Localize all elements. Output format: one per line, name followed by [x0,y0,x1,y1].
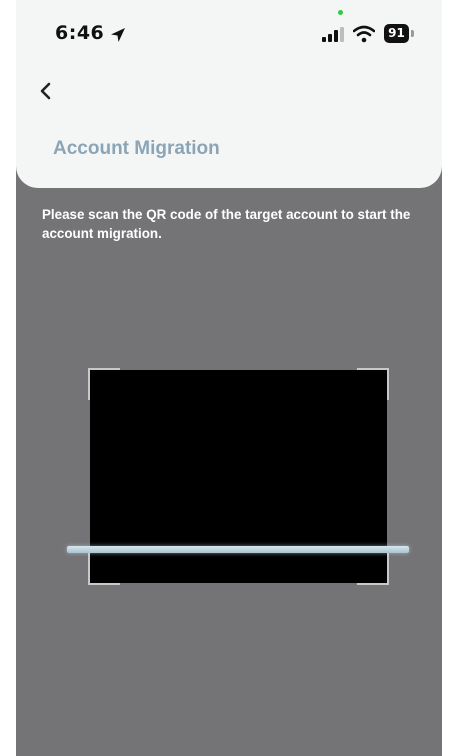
viewfinder-corner-bottom-left [88,553,120,585]
viewfinder-corner-top-right [357,368,389,400]
status-bar: 6:46 91 [16,0,442,70]
privacy-indicator-dot [338,10,343,15]
scan-line [67,546,409,553]
battery-level: 91 [384,24,409,43]
status-time: 6:46 [55,22,105,44]
location-arrow-icon [111,28,125,42]
page-title: Account Migration [53,138,220,159]
chevron-left-icon [40,82,51,100]
viewfinder-corner-top-left [88,368,120,400]
battery-icon: 91 [384,24,414,44]
signal-icon [322,27,344,42]
wifi-icon [353,25,375,43]
viewfinder-corner-bottom-right [357,553,389,585]
scan-instruction-text: Please scan the QR code of the target ac… [42,207,411,241]
header-panel: 6:46 91 Account Migration [16,0,442,188]
phone-screen: 6:46 91 Account Migration Please scan th… [16,0,442,756]
back-button[interactable] [36,76,66,106]
battery-tip [411,30,414,37]
